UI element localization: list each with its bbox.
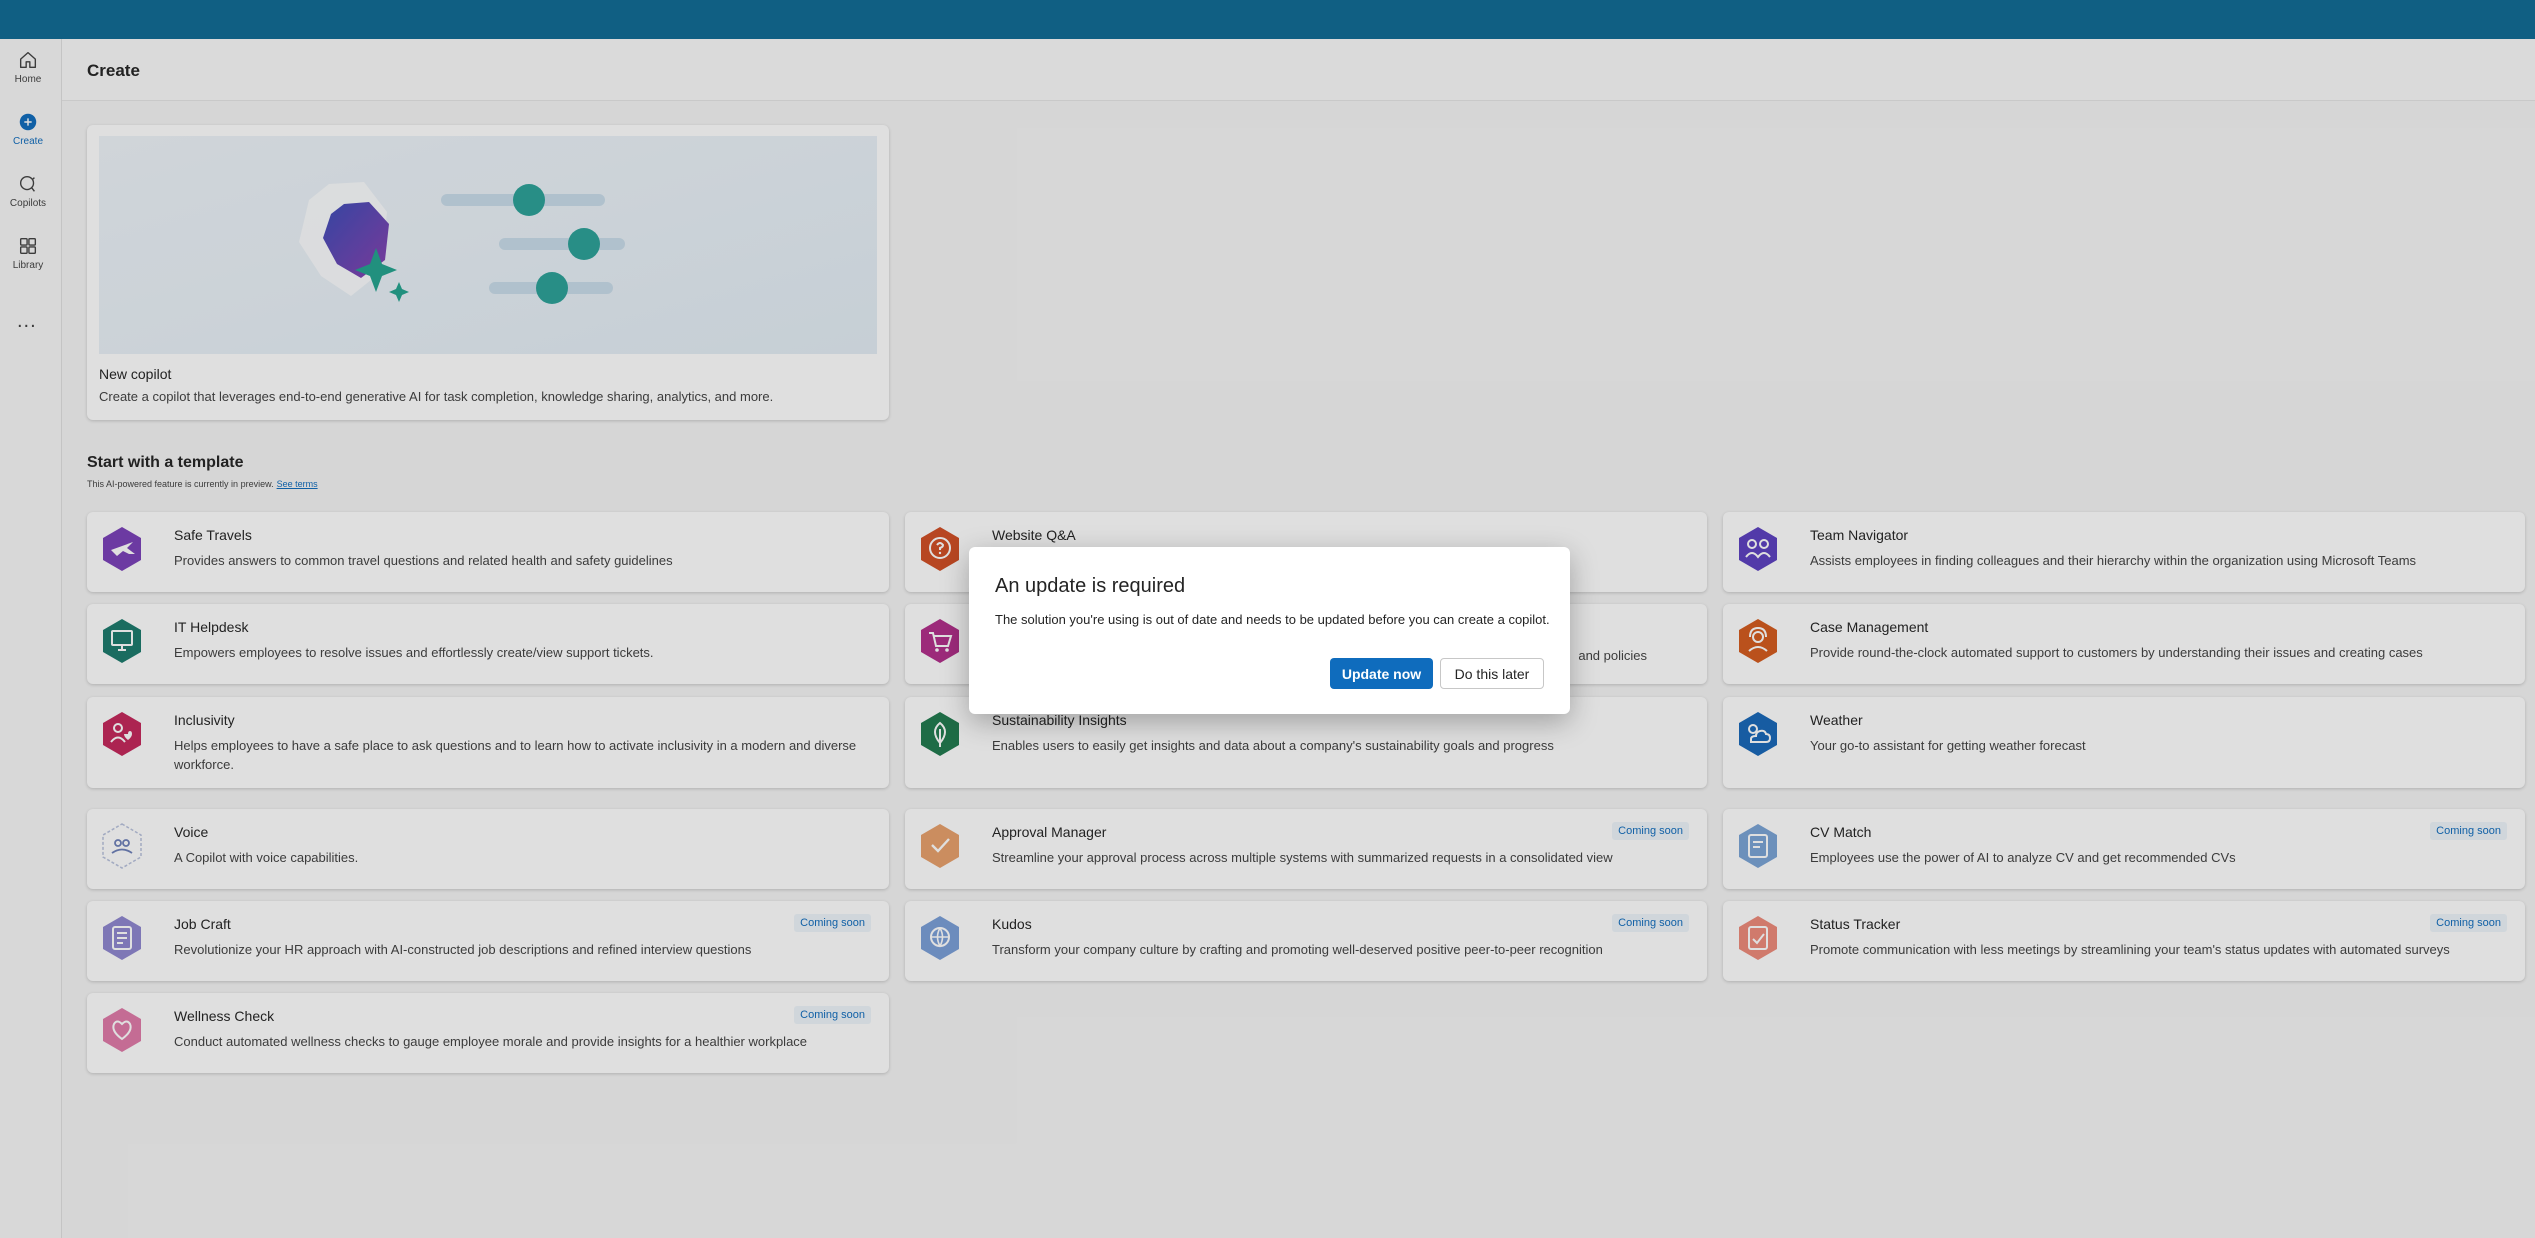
dialog-body: The solution you're using is out of date… [995,612,1550,627]
dialog-title: An update is required [995,575,1186,597]
do-this-later-button[interactable]: Do this later [1440,658,1544,689]
update-required-dialog: An update is required The solution you'r… [969,547,1570,714]
update-now-button[interactable]: Update now [1330,658,1433,689]
